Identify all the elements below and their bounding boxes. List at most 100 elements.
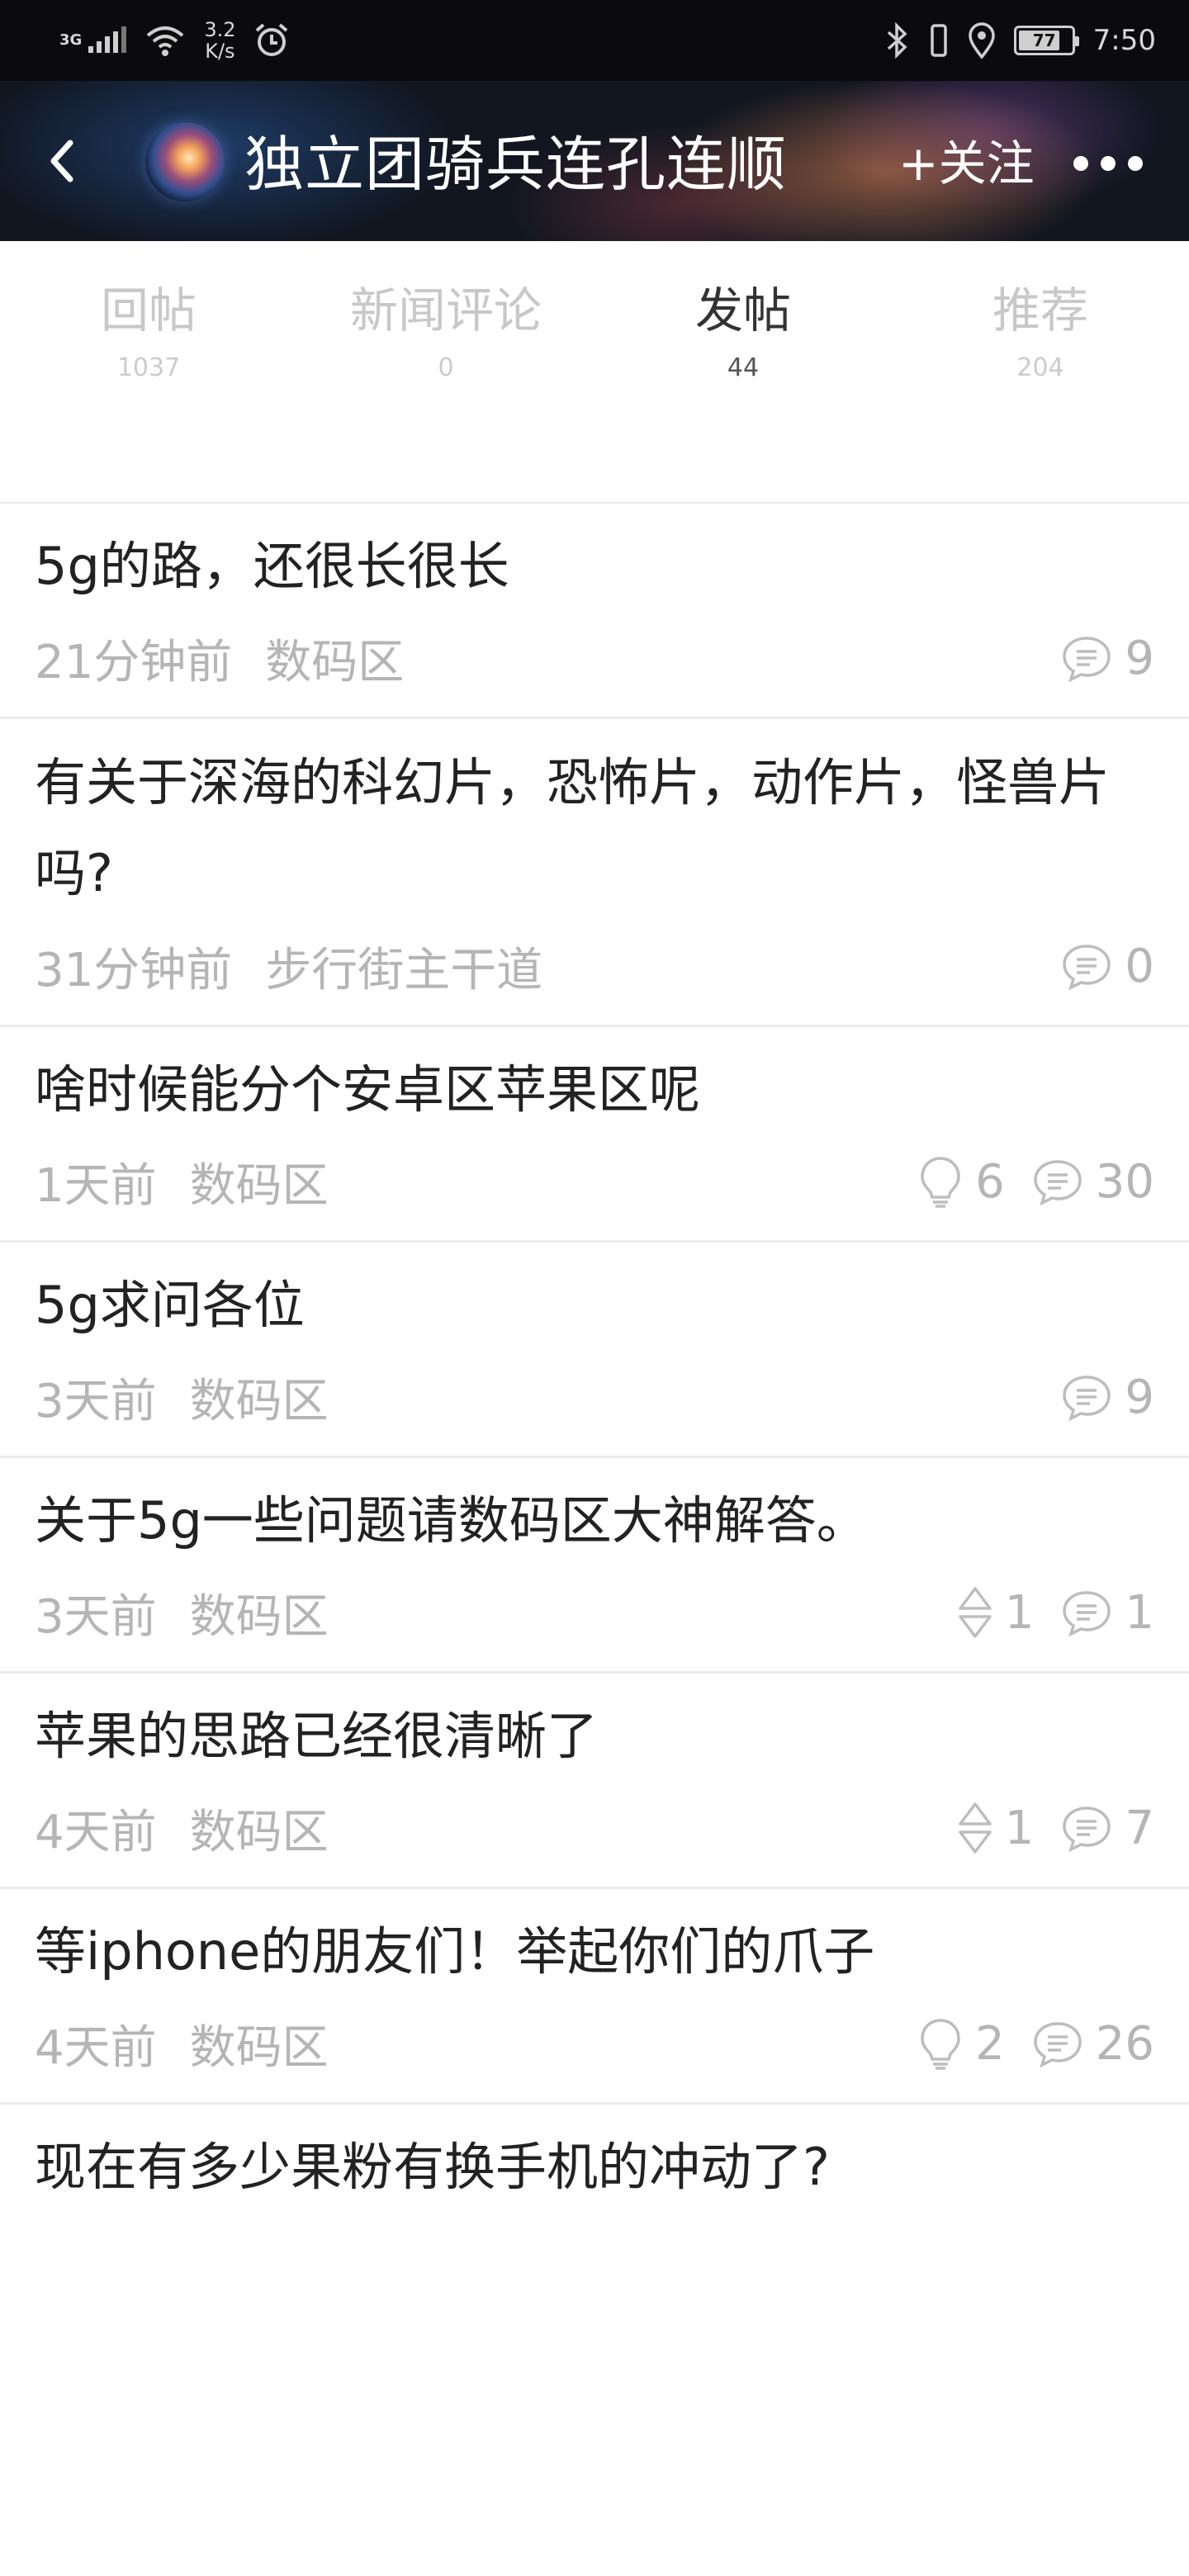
post-meta: 4天前 数码区 1 7 [35,1781,1154,1887]
post-list: 5g的路，还很长很长 21分钟前 数码区 9 有关于深海的科幻片，恐怖片，动作片… [0,504,1189,2212]
vote-stat: 1 [957,1585,1035,1640]
battery-level: 77 [1032,31,1056,50]
comment-icon [1033,2022,1082,2068]
comment-count: 1 [1125,1585,1154,1640]
comment-count: 9 [1125,1370,1154,1424]
post-stats: 9 [1060,1371,1154,1424]
comment-icon [1033,1160,1082,1206]
post-title[interactable]: 啥时候能分个安卓区苹果区呢 [35,1027,1154,1134]
tab-recommend[interactable]: 推荐 204 [892,241,1189,504]
page-title: 独立团骑兵连孔连顺 [244,130,788,199]
comment-icon [1063,637,1111,683]
vote-arrows-icon [958,1802,992,1854]
comment-icon [1063,945,1111,991]
comment-count: 0 [1125,939,1154,993]
clock: 7:50 [1092,24,1156,57]
list-item[interactable]: 苹果的思路已经很清晰了 4天前 数码区 1 7 [0,1674,1189,1889]
wifi-icon [147,26,184,56]
comment-count: 30 [1095,1154,1154,1209]
post-title[interactable]: 5g求问各位 [35,1243,1154,1350]
post-meta: 1天前 数码区 6 30 [35,1134,1154,1240]
vibrate-icon [930,24,947,57]
post-meta: 4天前 数码区 2 26 [35,1996,1154,2102]
comment-stat: 9 [1060,1371,1154,1424]
tab-label: 推荐 [992,282,1088,339]
post-stats: 6 30 [917,1154,1154,1209]
chevron-left-icon [50,140,73,182]
comment-icon [1063,1591,1111,1637]
vote-arrows-icon [958,1587,992,1638]
post-time: 3天前 [35,1374,157,1428]
post-title[interactable]: 现在有多少果粉有换手机的冲动了? [35,2105,1154,2212]
post-stats: 1 1 [957,1585,1154,1640]
post-time: 4天前 [35,1805,157,1859]
comment-stat: 26 [1031,2017,1154,2071]
tab-posts[interactable]: 发帖 44 [594,241,892,504]
tab-count: 0 [438,353,454,382]
cellular-signal-icon: 3G [59,26,127,54]
comment-stat: 1 [1060,1586,1154,1640]
network-speed: 3.2 K/s [204,19,235,62]
follow-button[interactable]: +关注 [898,134,1035,193]
speed-unit: K/s [205,40,235,63]
status-left: 3G 3.2 K/s [59,19,290,62]
lightbulb-icon [921,2019,960,2070]
light-stat: 2 [917,2016,1005,2071]
comment-stat: 9 [1060,632,1154,685]
avatar[interactable] [145,122,225,201]
post-board[interactable]: 数码区 [190,1148,329,1215]
alarm-icon [256,23,288,56]
post-title[interactable]: 等iphone的朋友们！举起你们的爪子 [35,1889,1154,1996]
list-item[interactable]: 等iphone的朋友们！举起你们的爪子 4天前 数码区 2 26 [0,1889,1189,2105]
post-stats: 0 [1060,940,1154,993]
comment-stat: 30 [1031,1155,1154,1209]
tab-replies[interactable]: 回帖 1037 [0,241,297,504]
tab-count: 204 [1016,353,1064,382]
post-meta: 21分钟前 数码区 9 [35,611,1154,717]
post-meta: 31分钟前 步行街主干道 0 [35,919,1154,1025]
post-board[interactable]: 数码区 [190,1579,329,1646]
status-bar: 3G 3.2 K/s 77 7:50 [0,0,1189,81]
post-title[interactable]: 5g的路，还很长很长 [35,504,1154,611]
vote-count: 1 [1004,1585,1035,1640]
tab-bar: 回帖 1037 新闻评论 0 发帖 44 推荐 204 [0,241,1189,504]
post-board[interactable]: 数码区 [265,625,404,692]
comment-count: 9 [1125,631,1154,685]
post-meta: 3天前 数码区 9 [35,1350,1154,1456]
tab-count: 44 [727,353,760,382]
list-item[interactable]: 有关于深海的科幻片，恐怖片，动作片，怪兽片吗? 31分钟前 步行街主干道 0 [0,719,1189,1027]
lightbulb-icon [921,1157,960,1208]
status-right: 77 7:50 [885,22,1156,59]
tab-count: 1037 [116,353,181,382]
network-type: 3G [59,31,83,49]
post-stats: 9 [1060,632,1154,685]
post-title[interactable]: 关于5g一些问题请数码区大神解答。 [35,1458,1154,1565]
post-board[interactable]: 数码区 [190,2010,329,2077]
comment-icon [1063,1376,1111,1422]
light-count: 6 [975,1154,1005,1209]
location-icon [968,22,995,59]
list-item[interactable]: 关于5g一些问题请数码区大神解答。 3天前 数码区 1 1 [0,1458,1189,1674]
post-time: 4天前 [35,2020,157,2075]
post-stats: 2 26 [917,2016,1154,2071]
list-item[interactable]: 5g的路，还很长很长 21分钟前 数码区 9 [0,504,1189,719]
post-board[interactable]: 数码区 [190,1364,329,1431]
back-button[interactable] [36,132,86,190]
list-item[interactable]: 5g求问各位 3天前 数码区 9 [0,1243,1189,1458]
list-item[interactable]: 现在有多少果粉有换手机的冲动了? [0,2105,1189,2212]
post-board[interactable]: 数码区 [190,1795,329,1862]
speed-value: 3.2 [204,18,236,41]
list-item[interactable]: 啥时候能分个安卓区苹果区呢 1天前 数码区 6 30 [0,1027,1189,1243]
profile-header: 独立团骑兵连孔连顺 +关注 [0,81,1189,241]
vote-count: 1 [1004,1801,1035,1855]
post-title[interactable]: 苹果的思路已经很清晰了 [35,1674,1154,1781]
comment-icon [1063,1807,1111,1853]
post-stats: 1 7 [957,1801,1154,1855]
tab-news-comments[interactable]: 新闻评论 0 [297,241,594,504]
post-title[interactable]: 有关于深海的科幻片，恐怖片，动作片，怪兽片吗? [35,719,1154,919]
post-meta: 3天前 数码区 1 1 [35,1565,1154,1671]
more-options-icon[interactable] [1073,147,1143,180]
post-board[interactable]: 步行街主干道 [265,933,542,1000]
tab-label: 发帖 [694,282,791,339]
comment-count: 7 [1125,1801,1154,1855]
